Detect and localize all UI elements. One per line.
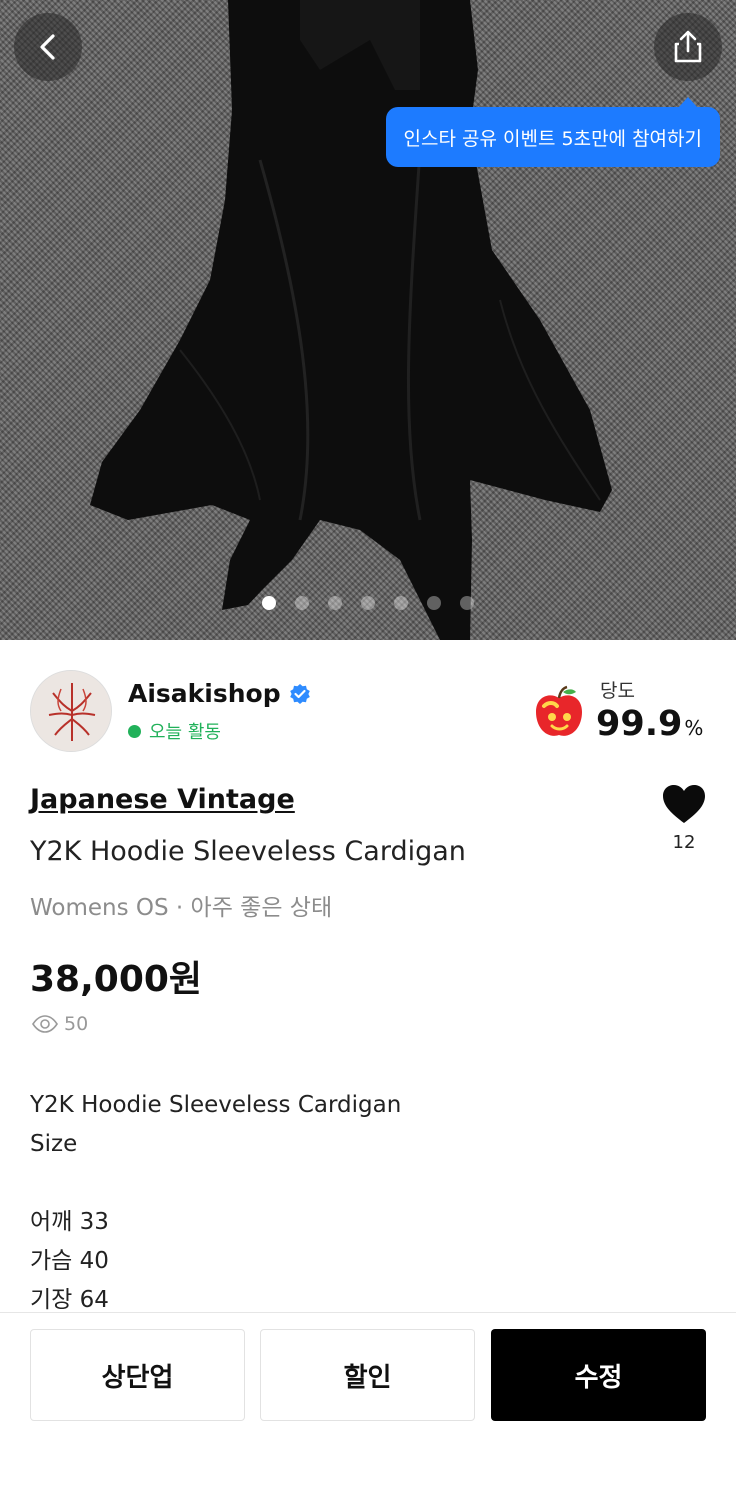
seller-name[interactable]: Aisakishop [128, 679, 281, 708]
carousel-dot [295, 596, 309, 610]
seller-name-row[interactable]: Aisakishop [128, 679, 311, 708]
sweetness-score[interactable]: 당도 99.9% [530, 674, 706, 750]
carousel-dot [361, 596, 375, 610]
carousel-indicator [0, 596, 736, 610]
product-photo [90, 0, 612, 640]
sweetness-number: 99.9 [596, 704, 683, 744]
carousel-dot [328, 596, 342, 610]
product-image-carousel[interactable]: 인스타 공유 이벤트 5초만에 참여하기 [0, 0, 736, 640]
description-line [30, 1164, 706, 1203]
like-count: 12 [672, 832, 696, 853]
view-count-value: 50 [64, 1013, 89, 1035]
carousel-dot [394, 596, 408, 610]
share-icon [674, 30, 702, 63]
apple-icon [536, 685, 582, 736]
heart-icon [663, 785, 705, 823]
description-line: 가슴 40 [30, 1248, 109, 1274]
description-line: 어깨 33 [30, 1209, 109, 1235]
share-event-tooltip[interactable]: 인스타 공유 이벤트 5초만에 참여하기 [385, 97, 720, 167]
back-button[interactable] [14, 13, 82, 81]
view-count: 50 [32, 1013, 88, 1035]
share-button[interactable] [654, 13, 722, 81]
product-price: 38,000원 [30, 959, 203, 1000]
bump-button[interactable]: 상단업 [30, 1329, 245, 1421]
description-line: Size [30, 1131, 78, 1157]
carousel-dot [460, 596, 474, 610]
verified-badge-icon [289, 683, 310, 704]
carousel-dot [262, 596, 276, 610]
brand-link[interactable]: Japanese Vintage [30, 784, 295, 815]
carousel-dot [427, 596, 441, 610]
eye-icon [32, 1015, 58, 1033]
avatar[interactable] [30, 670, 112, 752]
product-description: Y2K Hoodie Sleeveless Cardigan Size 어깨 3… [30, 1086, 706, 1312]
product-meta: Womens OS · 아주 좋은 상태 [30, 895, 333, 921]
edit-button[interactable]: 수정 [491, 1329, 706, 1421]
sweetness-unit: % [684, 716, 704, 740]
product-title: Y2K Hoodie Sleeveless Cardigan [30, 836, 466, 867]
like-button[interactable]: 12 [656, 784, 712, 853]
sweetness-value: 99.9% [596, 704, 703, 744]
seller-info[interactable]: Aisakishop 오늘 활동 당도 99.9% [30, 670, 706, 754]
chevron-left-icon [40, 34, 55, 60]
seller-avatar-image [31, 671, 111, 751]
sweetness-label: 당도 [600, 680, 635, 702]
seller-status-text: 오늘 활동 [149, 722, 221, 743]
discount-button[interactable]: 할인 [260, 1329, 475, 1421]
seller-activity-status: 오늘 활동 [128, 718, 221, 744]
bottom-action-bar: 상단업 할인 수정 [0, 1312, 736, 1500]
description-line: Y2K Hoodie Sleeveless Cardigan [30, 1092, 402, 1118]
online-dot-icon [128, 724, 141, 738]
description-line: 기장 64 [30, 1287, 109, 1312]
